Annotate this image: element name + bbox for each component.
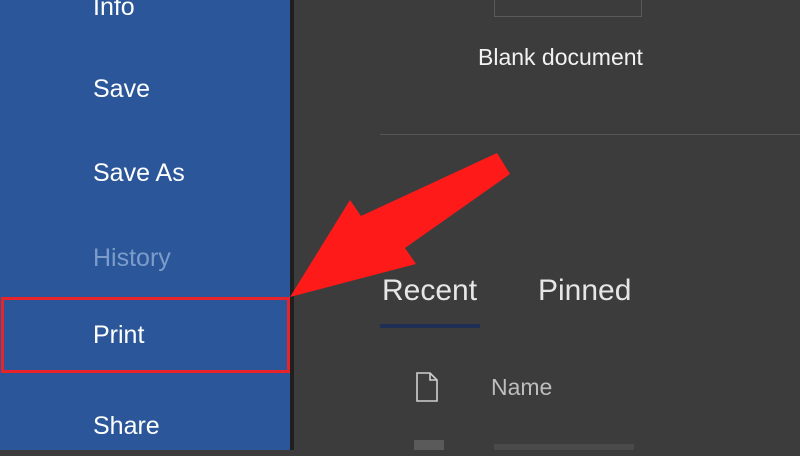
nav-item-info[interactable]: Info bbox=[0, 0, 290, 37]
nav-item-label: Info bbox=[93, 0, 135, 21]
active-tab-indicator bbox=[380, 324, 480, 328]
main-content: Blank document Recent Pinned Name bbox=[294, 0, 800, 450]
nav-item-label: Share bbox=[93, 411, 160, 440]
nav-item-history: History bbox=[0, 228, 290, 288]
blank-document-thumbnail[interactable] bbox=[494, 0, 642, 17]
list-item-icon bbox=[414, 440, 444, 450]
tab-recent[interactable]: Recent bbox=[382, 274, 477, 308]
nav-item-save-as[interactable]: Save As bbox=[0, 143, 290, 203]
nav-item-label: Save bbox=[93, 74, 150, 103]
document-icon bbox=[416, 372, 438, 402]
column-header-name[interactable]: Name bbox=[491, 374, 552, 401]
section-divider bbox=[380, 134, 800, 135]
backstage-nav: Info Save Save As History Print Share bbox=[0, 0, 290, 450]
nav-item-save[interactable]: Save bbox=[0, 59, 290, 119]
tab-pinned[interactable]: Pinned bbox=[538, 274, 631, 308]
blank-document-label[interactable]: Blank document bbox=[478, 44, 643, 71]
nav-item-label: Save As bbox=[93, 158, 185, 187]
nav-item-label: Print bbox=[93, 320, 145, 349]
nav-item-label: History bbox=[93, 243, 171, 272]
nav-item-print[interactable]: Print bbox=[1, 297, 290, 373]
nav-item-share[interactable]: Share bbox=[0, 396, 290, 456]
list-item[interactable] bbox=[494, 444, 634, 450]
